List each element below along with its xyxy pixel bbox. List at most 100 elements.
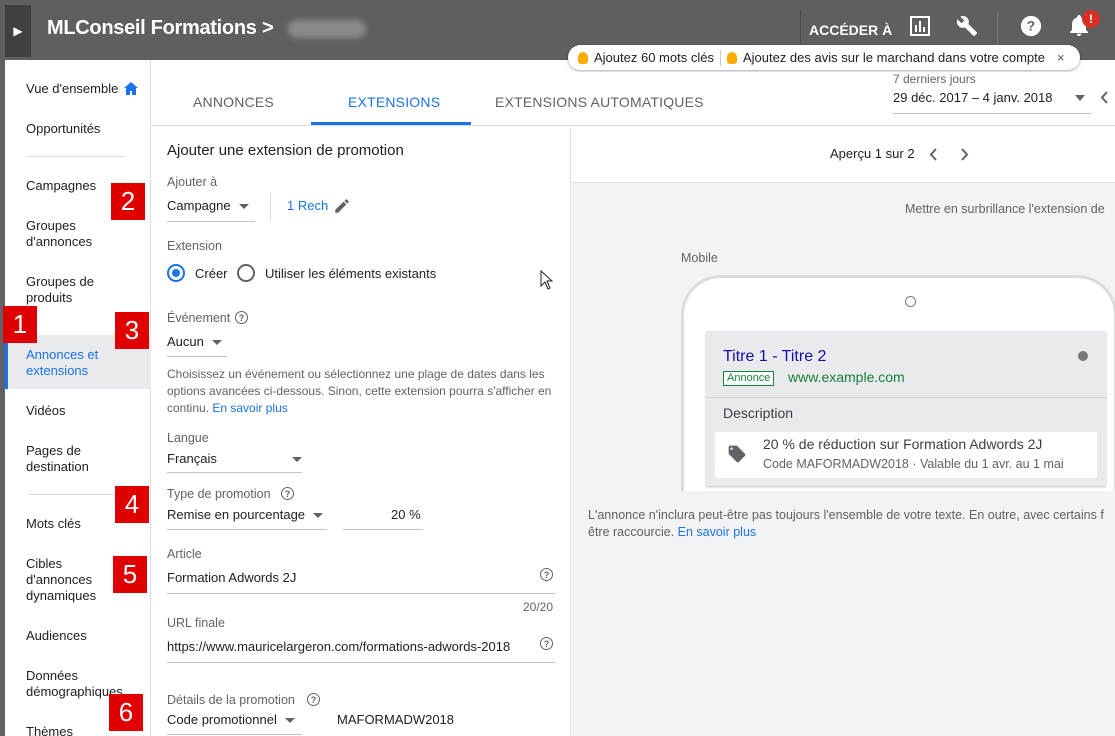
percent-input[interactable]: 20 % xyxy=(391,507,421,522)
promotion-extension-preview: 20 % de réduction sur Formation Adwords … xyxy=(715,432,1097,478)
date-range-underline xyxy=(893,113,1091,114)
promo-details: Code MAFORMADW2018 · Valable du 1 avr. a… xyxy=(763,457,1064,471)
nav-item-product-groups[interactable]: Groupes de produits xyxy=(26,274,126,306)
ad-display-url: www.example.com xyxy=(788,369,905,385)
field-underline xyxy=(167,593,555,594)
final-url-input[interactable]: https://www.mauricelargeron.com/formatio… xyxy=(167,639,510,654)
percent-value: 20 xyxy=(391,507,406,522)
date-range-value[interactable]: 29 déc. 2017 – 4 janv. 2018 xyxy=(893,90,1093,105)
help-icon[interactable]: ? xyxy=(307,693,320,706)
caret-down-icon xyxy=(284,718,295,724)
nav-item-opportunities[interactable]: Opportunités xyxy=(26,121,100,137)
chevron-left-icon[interactable] xyxy=(929,148,937,161)
nav-item-overview[interactable]: Vue d'ensemble xyxy=(26,81,118,97)
promo-code-input[interactable]: MAFORMADW2018 xyxy=(337,712,454,727)
ad-description-row: Description xyxy=(706,397,1106,427)
article-char-counter: 20/20 xyxy=(523,600,554,614)
final-url-label: URL finale xyxy=(167,616,225,630)
radio-create[interactable] xyxy=(167,264,185,282)
highlight-extension-toggle[interactable]: Mettre en surbrillance l'extension de xyxy=(905,202,1105,216)
radio-existing-label[interactable]: Utiliser les éléments existants xyxy=(265,266,436,281)
mobile-label: Mobile xyxy=(681,251,718,265)
caret-down-icon xyxy=(313,513,324,519)
chevron-left-icon[interactable] xyxy=(1100,91,1108,104)
nav-item-landing-pages[interactable]: Pages de destination xyxy=(26,443,126,475)
preview-disclaimer: L'annonce n'inclura peut-être pas toujou… xyxy=(588,507,1115,541)
help-icon[interactable]: ? xyxy=(1019,14,1043,38)
topbar-divider xyxy=(997,12,998,48)
language-select[interactable]: Français xyxy=(167,451,302,466)
reports-icon[interactable] xyxy=(908,14,932,38)
suggestion-divider xyxy=(719,49,721,66)
article-input[interactable]: Formation Adwords 2J xyxy=(167,570,296,585)
annotation-marker-3: 3 xyxy=(115,312,149,349)
ad-badge: Annonce xyxy=(723,371,775,386)
close-icon[interactable]: × xyxy=(1057,50,1065,65)
nav-item-dynamic-targets[interactable]: Cibles d'annonces dynamiques xyxy=(26,556,126,604)
preview-pager: Aperçu 1 sur 2 xyxy=(830,146,915,161)
pencil-edit-icon[interactable] xyxy=(333,197,351,215)
promo-headline: 20 % de réduction sur Formation Adwords … xyxy=(763,436,1043,452)
left-navigation: Vue d'ensemble Opportunités Campagnes Gr… xyxy=(0,60,151,736)
tag-icon xyxy=(728,445,746,463)
learn-more-link[interactable]: En savoir plus xyxy=(212,401,287,415)
tools-wrench-icon[interactable] xyxy=(955,14,979,38)
blurred-campaign-name[interactable] xyxy=(288,20,366,38)
annotation-marker-5: 5 xyxy=(113,556,147,593)
promo-details-select[interactable]: Code promotionnel xyxy=(167,712,295,727)
ad-title: Titre 1 - Titre 2 xyxy=(723,348,827,365)
nav-item-audiences[interactable]: Audiences xyxy=(26,628,87,644)
field-underline xyxy=(167,356,227,357)
help-icon[interactable]: ? xyxy=(281,487,294,500)
chevron-down-icon[interactable] xyxy=(1075,95,1085,101)
nav-item-ad-groups[interactable]: Groupes d'annonces xyxy=(26,218,126,250)
expand-panel-button[interactable]: ▶ xyxy=(5,5,31,57)
goto-button[interactable]: ACCÉDER À xyxy=(800,10,900,50)
extension-label: Extension xyxy=(167,239,222,253)
promo-details-value: Code promotionnel xyxy=(167,712,277,727)
caret-down-icon xyxy=(238,204,249,210)
radio-create-label[interactable]: Créer xyxy=(195,266,228,281)
account-name[interactable]: MLConseil Formations xyxy=(47,17,257,40)
help-icon[interactable]: ? xyxy=(235,311,248,324)
tab-ads[interactable]: ANNONCES xyxy=(193,94,274,110)
help-icon[interactable]: ? xyxy=(540,637,553,650)
promo-type-select[interactable]: Remise en pourcentage xyxy=(167,507,324,522)
promo-type-value: Remise en pourcentage xyxy=(167,507,306,522)
help-icon[interactable]: ? xyxy=(540,568,553,581)
nav-item-ads-extensions[interactable]: Annonces et extensions xyxy=(26,347,126,379)
tab-extensions[interactable]: EXTENSIONS xyxy=(348,94,440,110)
chevron-right-icon[interactable] xyxy=(961,148,969,161)
article-label: Article xyxy=(167,547,202,561)
promo-details-label: Détails de la promotion xyxy=(167,693,295,707)
add-to-value: Campagne xyxy=(167,198,231,213)
form-title: Ajouter une extension de promotion xyxy=(167,142,404,159)
language-value: Français xyxy=(167,451,217,466)
suggestion-reviews[interactable]: Ajoutez des avis sur le marchand dans vo… xyxy=(743,50,1045,65)
add-to-select[interactable]: Campagne xyxy=(167,198,249,213)
lightbulb-icon xyxy=(726,51,737,64)
date-range-selector[interactable]: 7 derniers jours 29 déc. 2017 – 4 janv. … xyxy=(893,72,1108,114)
lightbulb-icon xyxy=(578,51,588,64)
event-select[interactable]: Aucun xyxy=(167,334,222,349)
learn-more-link[interactable]: En savoir plus xyxy=(678,525,757,539)
annotation-marker-6: 6 xyxy=(109,694,143,731)
suggestion-bar: Ajoutez 60 mots clés Ajoutez des avis su… xyxy=(568,45,1080,70)
suggestion-keywords[interactable]: Ajoutez 60 mots clés xyxy=(594,50,714,65)
active-tab-indicator xyxy=(311,122,471,125)
field-underline xyxy=(167,734,302,735)
nav-item-keywords[interactable]: Mots clés xyxy=(26,516,81,532)
add-to-link[interactable]: 1 Rech xyxy=(287,198,328,213)
radio-existing[interactable] xyxy=(237,264,255,282)
annotation-marker-2: 2 xyxy=(111,183,145,220)
nav-item-topics[interactable]: Thèmes xyxy=(26,724,73,736)
field-underline xyxy=(167,662,555,663)
info-icon xyxy=(1078,351,1088,361)
nav-item-videos[interactable]: Vidéos xyxy=(26,403,66,419)
caret-down-icon xyxy=(211,340,222,346)
nav-divider xyxy=(28,156,126,157)
caret-down-icon xyxy=(292,457,302,462)
add-to-label: Ajouter à xyxy=(167,175,218,189)
tab-automatic-extensions[interactable]: EXTENSIONS AUTOMATIQUES xyxy=(495,94,704,110)
nav-item-campaigns[interactable]: Campagnes xyxy=(26,178,96,194)
